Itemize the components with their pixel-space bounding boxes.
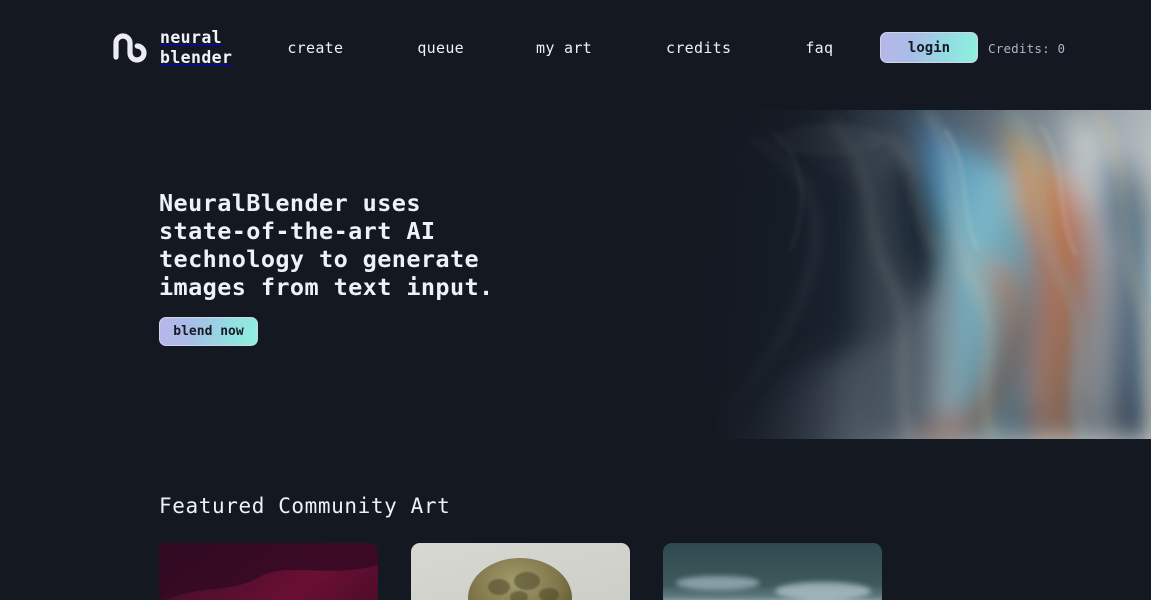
nav-item-create[interactable]: create [287, 39, 343, 57]
credits-balance: Credits: 0 [988, 41, 1066, 56]
misty-lake-art-icon [663, 543, 882, 600]
hero-copy: NeuralBlender uses state-of-the-art AI t… [159, 189, 619, 302]
brand-logo-link[interactable]: neural blender [110, 27, 232, 69]
login-button[interactable]: login [880, 32, 978, 63]
brand-line-1: neural [160, 28, 223, 48]
brand-wordmark: neural blender [160, 28, 232, 67]
hero-headline: NeuralBlender uses state-of-the-art AI t… [159, 189, 494, 301]
turtle-sunglasses-art-icon [411, 543, 630, 600]
brand-line-2: blender [160, 47, 233, 67]
blend-now-button[interactable]: blend now [159, 317, 258, 346]
main-nav: create queue my art credits faq [287, 39, 833, 57]
nav-item-my-art[interactable]: my art [536, 39, 592, 57]
site-header: neural blender create queue my art credi… [0, 0, 1151, 95]
neural-blender-wave-logo-icon [113, 32, 147, 63]
featured-art-grid [159, 543, 882, 600]
nav-item-queue[interactable]: queue [417, 39, 464, 57]
featured-section-title: Featured Community Art [159, 494, 451, 518]
hero-artwork [710, 110, 1151, 439]
hero-iridescent-abstract-icon [710, 110, 1151, 439]
nav-item-faq[interactable]: faq [805, 39, 833, 57]
art-card[interactable] [663, 543, 882, 600]
art-card[interactable] [411, 543, 630, 600]
coral-bloom-art-icon [159, 543, 378, 600]
art-card[interactable] [159, 543, 378, 600]
nav-item-credits[interactable]: credits [666, 39, 731, 57]
